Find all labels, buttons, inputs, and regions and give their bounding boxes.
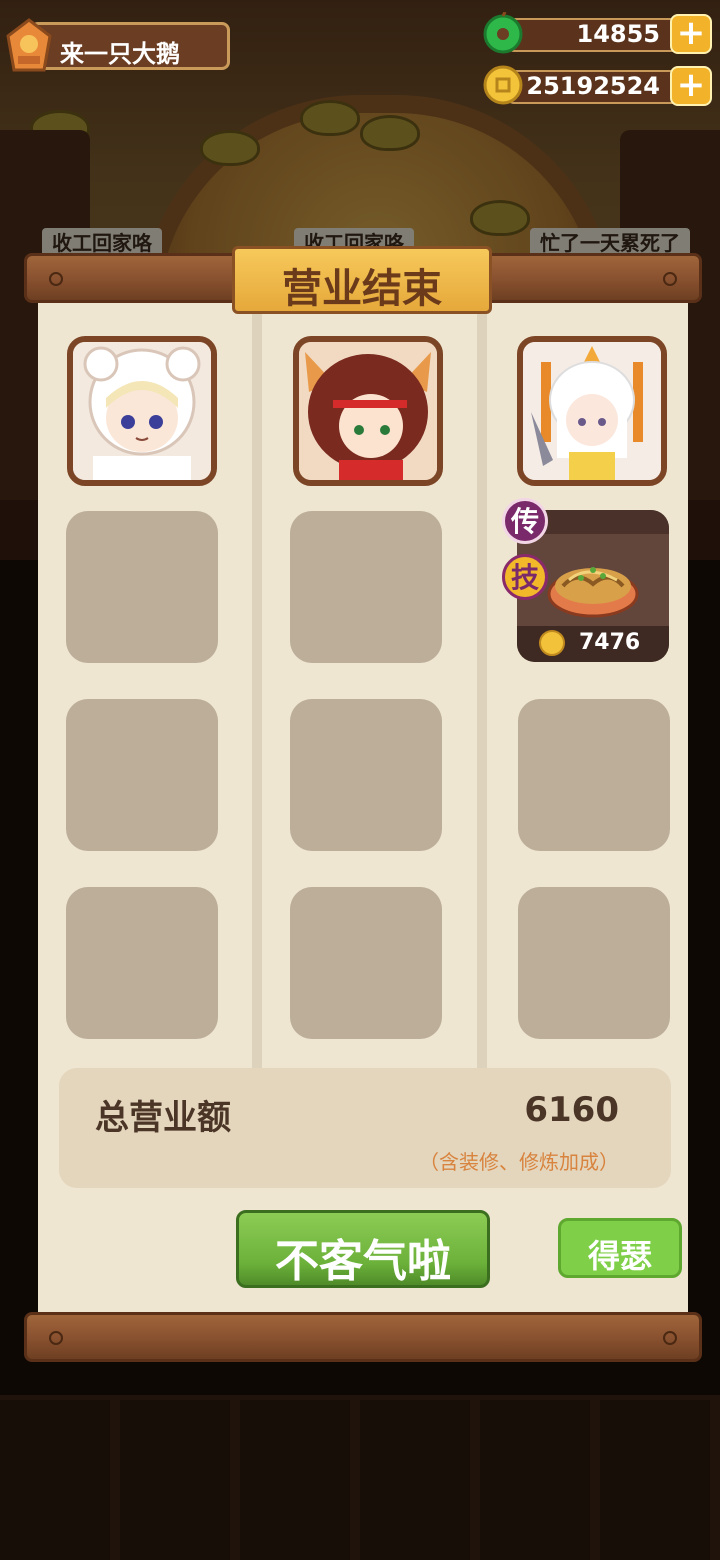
nail-icon — [49, 272, 63, 286]
dish-slot-empty — [290, 699, 442, 851]
jade-icon — [483, 12, 523, 54]
title-plate: 营业结束 — [232, 246, 492, 314]
jade-amount: 14855 — [576, 20, 661, 48]
coin-icon — [539, 630, 565, 656]
total-revenue-value: 6160 — [524, 1090, 619, 1130]
noodle-dish-icon — [547, 567, 639, 618]
player-name: 来一只大鹅 — [60, 40, 180, 68]
legend-tag-badge: 传 — [502, 498, 548, 544]
chef-portrait-3[interactable] — [517, 336, 667, 486]
dish-slot-empty — [66, 511, 218, 663]
chef-portrait-1[interactable] — [67, 336, 217, 486]
panel-title: 营业结束 — [282, 266, 442, 312]
nail-icon — [663, 272, 677, 286]
nail-icon — [49, 1331, 63, 1345]
chef-avatar-red-hair — [299, 342, 437, 480]
confirm-button[interactable]: 不客气啦 — [236, 1210, 490, 1288]
dish-price: 7476 — [579, 630, 641, 655]
coin-currency: 25192524 + — [482, 64, 712, 108]
total-revenue-box: 总营业额 6160 （含装修、修炼加成） — [59, 1068, 671, 1188]
skill-tag-badge: 技 — [502, 554, 548, 600]
player-info[interactable]: 来一只大鹅 — [4, 16, 232, 76]
chef-avatar-white-hair — [523, 342, 661, 480]
column-divider — [477, 300, 487, 1070]
confirm-button-label: 不客气啦 — [275, 1236, 451, 1287]
chef-badge-icon — [6, 18, 52, 72]
chef-avatar-white-hood — [73, 342, 211, 480]
total-revenue-note: （含装修、修炼加成） — [419, 1150, 619, 1174]
add-coin-button[interactable]: + — [670, 66, 712, 106]
dish-slot-empty — [518, 887, 670, 1039]
scroll-rod-bottom — [24, 1312, 702, 1362]
dish-slot-empty — [290, 887, 442, 1039]
jade-currency: 14855 + — [482, 12, 712, 56]
total-revenue-label: 总营业额 — [95, 1098, 231, 1138]
share-button-label: 得瑟 — [587, 1237, 652, 1275]
dish-slot-empty — [66, 699, 218, 851]
dish-slot-empty — [518, 699, 670, 851]
dish-slot-empty — [290, 511, 442, 663]
add-jade-button[interactable]: + — [670, 14, 712, 54]
chef-portrait-2[interactable] — [293, 336, 443, 486]
coin-amount: 25192524 — [526, 72, 660, 100]
nail-icon — [663, 1331, 677, 1345]
dish-slot-empty — [66, 887, 218, 1039]
share-button[interactable]: 得瑟 — [558, 1218, 682, 1278]
coin-icon — [483, 65, 523, 105]
column-divider — [252, 300, 262, 1070]
